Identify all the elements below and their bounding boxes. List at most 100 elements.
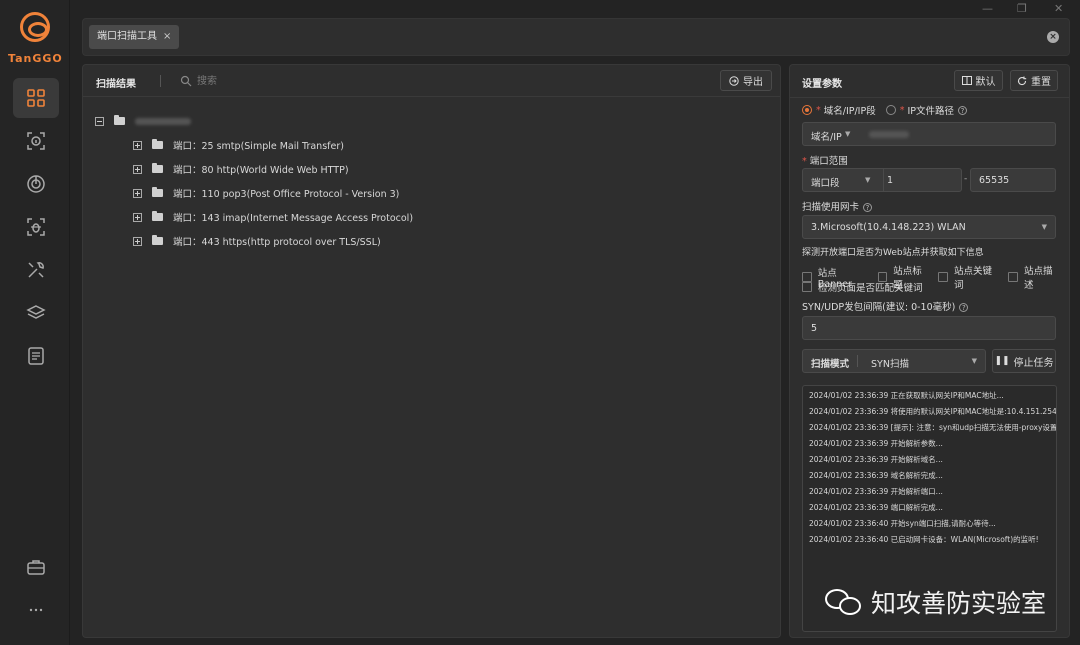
divider <box>790 97 1069 98</box>
wechat-icon <box>825 587 865 617</box>
chevron-down-icon: ▼ <box>845 130 851 138</box>
check-label: 站点关键词 <box>954 266 993 291</box>
maximize-button[interactable]: ❐ <box>1017 2 1027 15</box>
radio-file-label: IP文件路径 <box>907 106 954 117</box>
nav-toolbox[interactable] <box>13 547 59 587</box>
target-input[interactable]: 域名/IP ▼ <box>802 122 1056 146</box>
check-label: 检测页面是否匹配关键词 <box>818 283 923 294</box>
logo-icon <box>20 12 50 42</box>
interval-label: SYN/UDP发包间隔(建议: 0-10毫秒)? <box>802 299 969 313</box>
interval-value: 5 <box>811 323 818 334</box>
check-keywords[interactable]: 站点关键词 <box>938 263 1000 291</box>
settings-panel: 设置参数 默认 重置 * 域名/IP/IP段 * IP文件路径 ? 域名/IP … <box>789 64 1070 638</box>
log-line: 2024/01/02 23:36:39 开始解析端口... <box>809 487 943 496</box>
expand-icon[interactable] <box>133 236 142 246</box>
minimize-button[interactable]: — <box>982 2 993 15</box>
tree-item-port[interactable]: 端口：443 https(http protocol over TLS/SSL) <box>95 229 413 253</box>
log-line: 2024/01/02 23:36:39 开始解析参数... <box>809 439 943 448</box>
reset-button[interactable]: 重置 <box>1010 70 1058 91</box>
folder-icon <box>152 187 163 197</box>
expand-icon[interactable] <box>133 164 142 174</box>
port-to-value: 65535 <box>979 175 1010 186</box>
log-line: 2024/01/02 23:36:39 [提示]: 注意：syn和udp扫描无法… <box>809 423 1056 432</box>
required-mark: * <box>816 104 821 116</box>
folder-icon <box>152 235 163 245</box>
target-type-select[interactable]: 域名/IP <box>811 129 842 143</box>
expand-icon[interactable] <box>133 212 142 222</box>
nav-layers[interactable] <box>13 293 59 333</box>
folder-icon <box>152 163 163 173</box>
port-range-label: * 端口范围 <box>802 156 848 167</box>
scan-mode-label: 扫描模式 <box>811 359 850 370</box>
log-line: 2024/01/02 23:36:39 端口解析完成... <box>809 503 943 512</box>
scan-mode-select[interactable]: 扫描模式 SYN扫描 ▼ <box>802 349 986 373</box>
log-line: 2024/01/02 23:36:39 域名解析完成... <box>809 471 943 480</box>
default-icon <box>961 76 972 85</box>
port-to-input[interactable]: 65535 <box>970 168 1056 192</box>
results-title: 扫描结果 <box>96 79 136 90</box>
checkbox[interactable] <box>1008 272 1019 282</box>
divider <box>857 355 858 367</box>
close-all-tabs-icon[interactable]: × <box>1047 31 1059 43</box>
export-button[interactable]: 导出 <box>720 70 772 91</box>
radio-domain[interactable] <box>802 105 812 115</box>
port-type-select[interactable]: 端口段 <box>811 175 840 189</box>
nic-select[interactable]: 3.Microsoft(10.4.148.223) WLAN ▼ <box>802 215 1056 239</box>
expand-icon[interactable] <box>133 188 142 198</box>
nav-notes[interactable] <box>13 336 59 376</box>
tree-item-port[interactable]: 端口：143 imap(Internet Message Access Prot… <box>95 205 413 229</box>
checkbox[interactable] <box>938 272 949 282</box>
folder-icon <box>152 139 163 149</box>
scan-mode-value: SYN扫描 <box>871 359 909 370</box>
tree-item-port[interactable]: 端口：80 http(World Wide Web HTTP) <box>95 157 413 181</box>
nav-info-scan[interactable] <box>13 121 59 161</box>
log-console: 2024/01/02 23:36:39 正在获取默认网关IP和MAC地址... … <box>802 385 1057 632</box>
refresh-icon <box>1017 76 1027 85</box>
required-mark: * <box>899 104 905 116</box>
tab-close-icon[interactable]: × <box>163 25 171 49</box>
port-label: 端口：80 http(World Wide Web HTTP) <box>173 165 349 176</box>
export-icon <box>729 75 739 86</box>
check-description[interactable]: 站点描述 <box>1008 263 1061 291</box>
nav-more[interactable] <box>13 590 59 630</box>
search-input[interactable] <box>197 73 397 89</box>
nav-dashboard[interactable] <box>13 78 59 118</box>
probe-label: 探测开放端口是否为Web站点并获取如下信息 <box>802 248 984 258</box>
stop-task-button[interactable]: ❚❚ 停止任务 <box>992 349 1056 373</box>
tree-item-port[interactable]: 端口：110 pop3(Post Office Protocol - Versi… <box>95 181 413 205</box>
expand-icon[interactable] <box>133 140 142 150</box>
radio-domain-label: 域名/IP/IP段 <box>823 106 876 117</box>
tree-item-port[interactable]: 端口：25 smtp(Simple Mail Transfer) <box>95 133 413 157</box>
folder-open-icon <box>114 115 125 125</box>
export-label: 导出 <box>743 77 763 88</box>
tab-port-scan[interactable]: 端口扫描工具 × <box>89 25 180 49</box>
nav-radar[interactable] <box>13 164 59 204</box>
folder-icon <box>152 211 163 221</box>
port-label: 端口：25 smtp(Simple Mail Transfer) <box>173 141 344 152</box>
app-logo: TanGGO <box>8 12 62 68</box>
check-label: 站点描述 <box>1024 266 1053 291</box>
results-panel: 扫描结果 导出 端口：25 smtp(Simple Mail Transfer) <box>82 64 781 638</box>
radio-file[interactable] <box>885 105 896 115</box>
checkbox[interactable] <box>802 282 812 292</box>
help-icon[interactable]: ? <box>958 105 967 115</box>
close-window-button[interactable]: ✕ <box>1054 2 1063 15</box>
port-label: 端口：110 pop3(Post Office Protocol - Versi… <box>173 189 400 200</box>
tree-root[interactable] <box>95 109 413 133</box>
layers-icon <box>26 305 46 319</box>
nav-bug-scan[interactable] <box>13 207 59 247</box>
watermark-text: 知攻善防实验室 <box>871 589 1047 618</box>
port-label: 端口：143 imap(Internet Message Access Prot… <box>173 213 414 224</box>
watermark: 知攻善防实验室 <box>825 584 1046 620</box>
target-mode-group: * 域名/IP/IP段 * IP文件路径 ? <box>802 103 967 117</box>
check-keyword-match[interactable]: 检测页面是否匹配关键词 <box>802 280 923 294</box>
radar-icon <box>27 175 45 193</box>
default-button[interactable]: 默认 <box>954 70 1003 91</box>
tools-icon <box>28 262 44 278</box>
port-label: 端口：443 https(http protocol over TLS/SSL) <box>173 237 381 248</box>
collapse-icon[interactable] <box>95 116 104 126</box>
nav-tools[interactable] <box>13 250 59 290</box>
port-from-input[interactable]: 1 <box>887 175 893 186</box>
port-range-field[interactable]: 端口段 ▼ 1 <box>802 168 962 192</box>
interval-input[interactable]: 5 <box>802 316 1056 340</box>
